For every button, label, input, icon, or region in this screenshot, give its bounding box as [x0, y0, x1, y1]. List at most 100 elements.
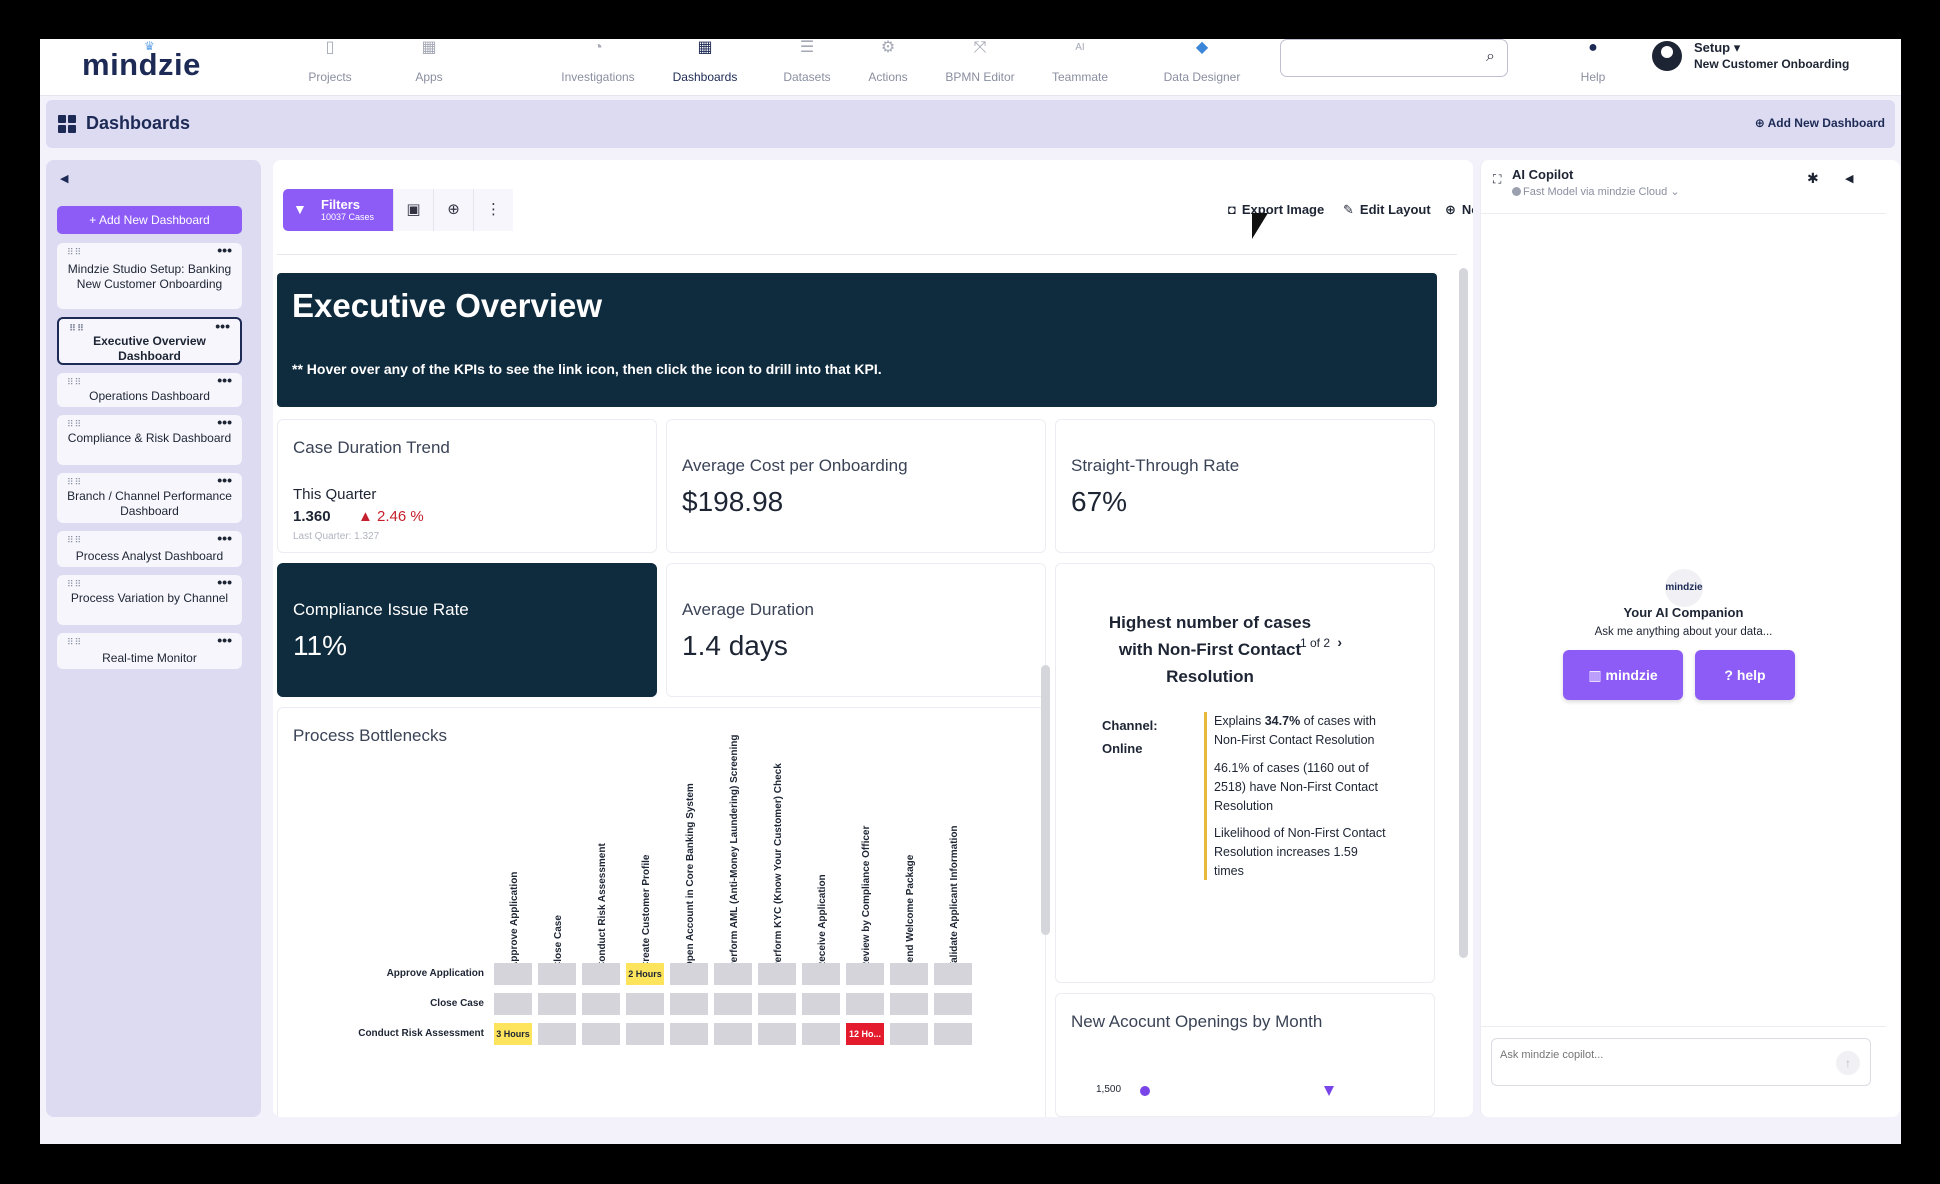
bottleneck-cell[interactable] — [802, 993, 840, 1015]
data-point[interactable] — [1140, 1086, 1150, 1096]
bottleneck-cell[interactable] — [758, 1023, 796, 1045]
nav-ai-teammate[interactable]: AI Teammate — [1040, 39, 1120, 96]
drag-handle-icon[interactable]: ⠿⠿ — [67, 637, 82, 648]
more-icon[interactable]: ••• — [217, 472, 232, 488]
nav-apps[interactable]: ▦ Apps — [404, 39, 454, 96]
bottleneck-cell[interactable] — [494, 993, 532, 1015]
bottleneck-cell[interactable] — [714, 963, 752, 985]
drag-handle-icon[interactable]: ⠿⠿ — [67, 579, 82, 590]
drag-handle-icon[interactable]: ⠿⠿ — [67, 477, 82, 488]
kebab-menu-icon[interactable]: ⋮ — [473, 189, 513, 231]
kpi-average-duration[interactable]: Average Duration 1.4 days — [666, 563, 1046, 697]
copilot-input[interactable] — [1500, 1049, 1820, 1061]
bottleneck-cell[interactable] — [758, 963, 796, 985]
kpi-average-cost[interactable]: Average Cost per Onboarding $198.98 — [666, 419, 1046, 553]
bottleneck-cell[interactable] — [934, 993, 972, 1015]
edit-layout-button[interactable]: ✎ Edit Layout — [1343, 202, 1431, 218]
sidebar-item-compliance-risk[interactable]: ⠿⠿ ••• Compliance & Risk Dashboard — [57, 414, 242, 465]
search-icon[interactable]: ⌕ — [1486, 48, 1495, 66]
bottleneck-cell[interactable] — [582, 1023, 620, 1045]
bottleneck-cell[interactable] — [714, 993, 752, 1015]
kpi-straight-through-rate[interactable]: Straight-Through Rate 67% — [1055, 419, 1435, 553]
bottleneck-cell[interactable] — [802, 1023, 840, 1045]
bottleneck-cell[interactable] — [494, 963, 532, 985]
bottleneck-cell[interactable] — [934, 1023, 972, 1045]
bottleneck-cell[interactable] — [846, 993, 884, 1015]
more-icon[interactable]: ••• — [217, 574, 232, 590]
avatar[interactable] — [1652, 41, 1682, 71]
sidebar-item-process-analyst[interactable]: ⠿⠿ ••• Process Analyst Dashboard — [57, 530, 242, 567]
bottleneck-cell[interactable] — [670, 1023, 708, 1045]
sidebar-item-executive-overview[interactable]: ⠿⠿ ••• Executive Overview Dashboard — [57, 317, 242, 365]
model-selector[interactable]: Fast Model via mindzie Cloud ⌄ — [1523, 185, 1680, 198]
bottleneck-cell[interactable] — [802, 963, 840, 985]
collapse-panel-icon[interactable]: ◀ — [1845, 172, 1853, 185]
bottleneck-cell[interactable]: 3 Hours — [494, 1023, 532, 1045]
mindzie-logo[interactable]: ♛ mindzie — [82, 39, 201, 83]
bottleneck-cell[interactable] — [670, 993, 708, 1015]
kpi-compliance-issue-rate[interactable]: Compliance Issue Rate 11% — [277, 563, 657, 697]
nav-data-designer[interactable]: ◆ Data Designer — [1150, 39, 1254, 96]
sidebar-item-process-variation[interactable]: ⠿⠿ ••• Process Variation by Channel — [57, 574, 242, 625]
nav-bpmn-editor[interactable]: ⤧ BPMN Editor — [930, 39, 1030, 96]
bottleneck-cell[interactable] — [538, 963, 576, 985]
bottleneck-cell[interactable] — [934, 963, 972, 985]
bottleneck-cell[interactable] — [626, 993, 664, 1015]
add-new-dashboard-button[interactable]: + Add New Dashboard — [57, 206, 242, 234]
bottleneck-cell[interactable] — [890, 993, 928, 1015]
bottleneck-cell[interactable] — [538, 1023, 576, 1045]
bottleneck-scrollbar[interactable] — [1041, 665, 1050, 935]
note-button[interactable]: ⊕Note — [1445, 202, 1473, 218]
copilot-input-box[interactable]: ↑ — [1491, 1038, 1871, 1086]
nav-dashboards[interactable]: ▦ Dashboards — [662, 39, 748, 96]
bottleneck-cell[interactable] — [846, 963, 884, 985]
bottleneck-cell[interactable] — [538, 993, 576, 1015]
filters-button[interactable]: ▼ Filters 10037 Cases — [283, 189, 393, 231]
drag-handle-icon[interactable]: ⠿⠿ — [67, 419, 82, 430]
bottleneck-cell[interactable] — [714, 1023, 752, 1045]
nav-investigations[interactable]: ◔ Investigations — [548, 39, 648, 96]
sidebar-item-realtime-monitor[interactable]: ⠿⠿ ••• Real-time Monitor — [57, 632, 242, 669]
calendar-icon[interactable]: ▣ — [393, 189, 433, 231]
drag-handle-icon[interactable]: ⠿⠿ — [67, 535, 82, 546]
global-search[interactable]: ⌕ — [1280, 39, 1508, 77]
search-input[interactable] — [1289, 48, 1469, 63]
data-point[interactable] — [1324, 1086, 1334, 1096]
sidebar-item-studio-setup[interactable]: ⠿⠿ ••• Mindzie Studio Setup: Banking New … — [57, 242, 242, 309]
more-icon[interactable]: ••• — [217, 414, 232, 430]
bottleneck-cell[interactable] — [890, 963, 928, 985]
nav-projects[interactable]: ▯ Projects — [300, 39, 360, 96]
bottleneck-cell[interactable] — [582, 963, 620, 985]
bottleneck-cell[interactable] — [670, 963, 708, 985]
setup-menu[interactable]: Setup ▾ — [1694, 40, 1740, 56]
nav-help[interactable]: ● Help — [1570, 39, 1616, 96]
kpi-case-duration-trend[interactable]: Case Duration Trend This Quarter 1.360 ▲… — [277, 419, 657, 553]
help-button[interactable]: ? help — [1695, 650, 1795, 700]
send-icon[interactable]: ↑ — [1836, 1051, 1860, 1075]
add-circle-icon[interactable]: ⊕ — [433, 189, 473, 231]
nav-datasets[interactable]: ☰ Datasets — [772, 39, 842, 96]
bottleneck-cell[interactable] — [890, 1023, 928, 1045]
more-icon[interactable]: ••• — [217, 632, 232, 648]
bottleneck-cell[interactable]: 12 Ho... — [846, 1023, 884, 1045]
vertical-scrollbar[interactable] — [1459, 268, 1468, 958]
more-icon[interactable]: ••• — [217, 530, 232, 546]
drag-handle-icon[interactable]: ⠿⠿ — [69, 323, 85, 334]
sidebar-item-operations[interactable]: ⠿⠿ ••• Operations Dashboard — [57, 372, 242, 407]
collapse-sidebar-icon[interactable]: ◀ — [60, 172, 68, 185]
pager[interactable]: 1 of 2 › — [1300, 634, 1342, 650]
nav-actions[interactable]: ⚙ Actions — [856, 39, 920, 96]
bottleneck-cell[interactable] — [626, 1023, 664, 1045]
export-image-button[interactable]: ◘ Export Image — [1228, 202, 1324, 217]
expand-icon[interactable]: ⛶ — [1493, 172, 1501, 187]
sidebar-item-branch-channel[interactable]: ⠿⠿ ••• Branch / Channel Performance Dashb… — [57, 472, 242, 523]
mindzie-button[interactable]: ▥ mindzie — [1563, 650, 1683, 700]
bottleneck-cell[interactable] — [582, 993, 620, 1015]
bug-icon[interactable]: ✱ — [1807, 170, 1819, 187]
more-icon[interactable]: ••• — [215, 318, 230, 334]
more-icon[interactable]: ••• — [217, 242, 232, 258]
more-icon[interactable]: ••• — [217, 372, 232, 388]
drag-handle-icon[interactable]: ⠿⠿ — [67, 377, 82, 388]
bottleneck-cell[interactable]: 2 Hours — [626, 963, 664, 985]
bottleneck-cell[interactable] — [758, 993, 796, 1015]
